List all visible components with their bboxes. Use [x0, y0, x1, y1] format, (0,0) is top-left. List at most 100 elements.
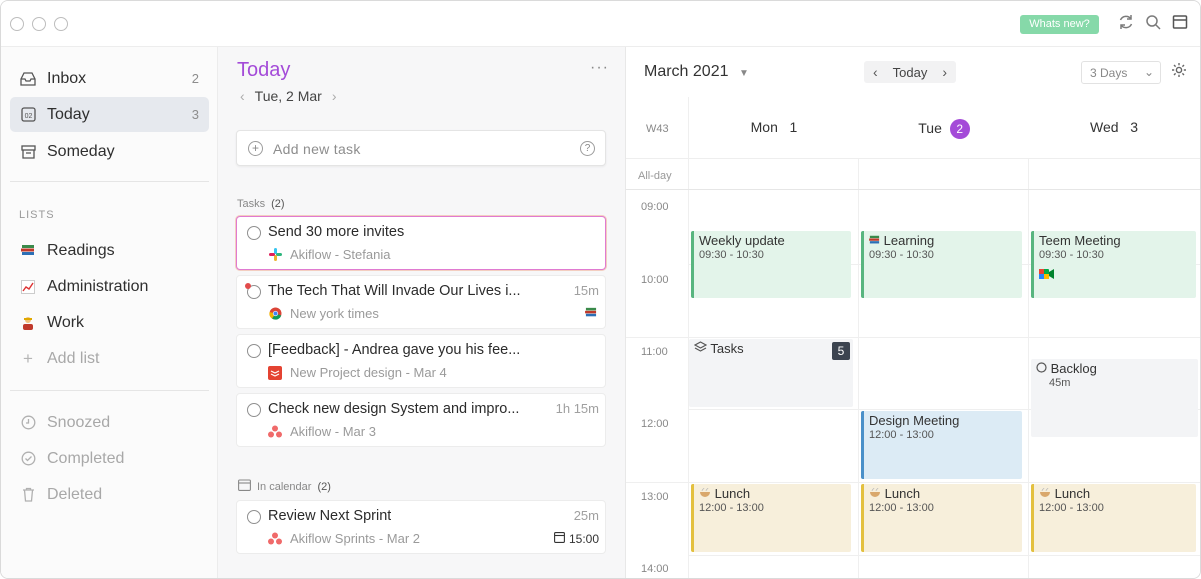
today-button[interactable]: Today — [887, 65, 934, 80]
plus-circle-icon: + — [248, 141, 263, 156]
add-task-input[interactable]: + Add new task ? — [236, 130, 606, 166]
sidebar-item-administration[interactable]: Administration — [10, 269, 209, 304]
task-checkbox[interactable] — [247, 226, 261, 240]
calendar-header: W43 Mon 1 Tue 2 Wed 3 — [626, 97, 1200, 159]
event-lunch-wed[interactable]: Lunch 12:00 - 13:00 — [1031, 484, 1196, 552]
task-duration: 1h 15m — [555, 401, 599, 416]
task-checkbox[interactable] — [247, 510, 261, 524]
sidebar-item-completed[interactable]: Completed — [10, 441, 209, 476]
section-title: In calendar — [257, 480, 312, 493]
bowl-icon — [869, 486, 881, 501]
close-window-button[interactable] — [10, 17, 24, 31]
google-meet-icon[interactable] — [1039, 267, 1191, 285]
chevron-right-icon[interactable]: › — [933, 64, 956, 80]
sidebar-item-work[interactable]: Work — [10, 305, 209, 340]
task-source: Akiflow Sprints - Mar 2 — [268, 531, 420, 546]
view-select[interactable]: 3 Days ⌄ — [1081, 61, 1161, 84]
task-source-label: Akiflow - Mar 3 — [290, 424, 376, 439]
event-title-text: Tasks — [710, 341, 744, 356]
month-label: March 2021 — [644, 63, 729, 80]
event-teem-meeting[interactable]: Teem Meeting 09:30 - 10:30 — [1031, 231, 1196, 298]
sidebar-item-count: 2 — [191, 71, 199, 86]
minimize-window-button[interactable] — [32, 17, 46, 31]
all-day-divider — [626, 189, 1200, 190]
month-selector[interactable]: March 2021 ▼ — [644, 63, 749, 81]
trash-icon — [19, 486, 37, 504]
add-list-button[interactable]: + Add list — [10, 341, 209, 376]
page-title: Today — [237, 59, 291, 81]
sidebar-item-label: Inbox — [47, 69, 87, 87]
view-select-label: 3 Days — [1090, 66, 1128, 80]
section-count: (2) — [271, 198, 285, 210]
day-header-wed[interactable]: Wed 3 — [1029, 119, 1199, 135]
sidebar-item-today[interactable]: 02 Today 3 — [10, 97, 209, 132]
sync-icon[interactable] — [1116, 14, 1136, 34]
event-design-meeting[interactable]: Design Meeting 12:00 - 13:00 — [861, 411, 1022, 479]
more-options-icon[interactable]: ··· — [590, 59, 609, 77]
hour-label: 13:00 — [641, 491, 669, 503]
event-lunch-mon[interactable]: Lunch 12:00 - 13:00 — [691, 484, 851, 552]
sidebar-item-label: Someday — [47, 142, 115, 160]
asana-icon — [268, 532, 282, 546]
hour-label: 09:00 — [641, 201, 669, 213]
sidebar: Inbox 2 02 Today 3 Someday LISTS Reading… — [1, 47, 218, 578]
task-title: Check new design System and impro... — [268, 401, 520, 417]
task-checkbox[interactable] — [245, 283, 261, 299]
task-checkbox[interactable] — [247, 344, 261, 358]
chevron-left-icon[interactable]: ‹ — [240, 88, 245, 104]
day-header-mon[interactable]: Mon 1 — [689, 119, 859, 135]
archive-box-icon — [19, 143, 37, 161]
event-time: 09:30 - 10:30 — [869, 249, 934, 261]
inbox-icon — [19, 70, 37, 88]
event-title: Lunch — [1039, 486, 1191, 501]
whats-new-button[interactable]: Whats new? — [1020, 15, 1099, 34]
sidebar-item-label: Readings — [47, 241, 115, 259]
maximize-window-button[interactable] — [54, 17, 68, 31]
task-item[interactable]: The Tech That Will Invade Our Lives i...… — [236, 275, 606, 329]
calendar-panel: March 2021 ▼ ‹ Today › 3 Days ⌄ W43 Mon … — [626, 47, 1200, 578]
sidebar-item-deleted[interactable]: Deleted — [10, 477, 209, 512]
search-icon[interactable] — [1143, 14, 1163, 34]
sidebar-divider — [10, 390, 209, 391]
event-title: Design Meeting — [869, 413, 960, 428]
event-title: Lunch — [869, 486, 1017, 501]
hour-label: 11:00 — [641, 346, 668, 358]
task-item[interactable]: Check new design System and impro... 1h … — [236, 393, 606, 447]
grid-line — [858, 159, 859, 578]
task-item[interactable]: Review Next Sprint 25m Akiflow Sprints -… — [236, 500, 606, 554]
task-item[interactable]: [Feedback] - Andrea gave you his fee... … — [236, 334, 606, 388]
week-number: W43 — [646, 123, 669, 135]
sidebar-item-inbox[interactable]: Inbox 2 — [10, 61, 209, 96]
task-checkbox[interactable] — [247, 403, 261, 417]
event-backlog[interactable]: Backlog 45m — [1031, 359, 1198, 437]
event-time: 09:30 - 10:30 — [699, 249, 764, 261]
task-source-label: New Project design - Mar 4 — [290, 365, 447, 380]
event-lunch-tue[interactable]: Lunch 12:00 - 13:00 — [861, 484, 1022, 552]
sidebar-item-readings[interactable]: Readings — [10, 233, 209, 268]
chevron-left-icon[interactable]: ‹ — [864, 64, 887, 80]
layers-icon — [693, 341, 708, 356]
event-weekly-update[interactable]: Weekly update 09:30 - 10:30 — [691, 231, 851, 298]
day-header-tue[interactable]: Tue 2 — [859, 119, 1029, 139]
grid-line — [626, 337, 1200, 338]
books-icon — [19, 242, 37, 260]
event-title: Learning — [869, 233, 1017, 248]
sidebar-item-snoozed[interactable]: Snoozed — [10, 405, 209, 440]
bowl-icon — [699, 486, 711, 501]
section-title: Tasks — [237, 198, 266, 210]
event-title: Teem Meeting — [1039, 233, 1121, 248]
help-icon[interactable]: ? — [580, 141, 595, 156]
today-icon: 02 — [19, 106, 37, 124]
books-icon — [869, 233, 880, 248]
event-title: Lunch — [699, 486, 846, 501]
calendar-icon — [238, 479, 251, 494]
gear-icon[interactable] — [1171, 62, 1187, 83]
event-tasks-block[interactable]: Tasks 5 — [689, 339, 853, 407]
chevron-right-icon[interactable]: › — [332, 88, 337, 104]
task-item[interactable]: Send 30 more invites Akiflow - Stefania — [236, 216, 606, 270]
task-title: Send 30 more invites — [268, 224, 405, 240]
chart-icon — [19, 278, 37, 296]
sidebar-item-someday[interactable]: Someday — [10, 134, 209, 169]
calendar-view-icon[interactable] — [1170, 14, 1190, 34]
event-learning[interactable]: Learning 09:30 - 10:30 — [861, 231, 1022, 298]
